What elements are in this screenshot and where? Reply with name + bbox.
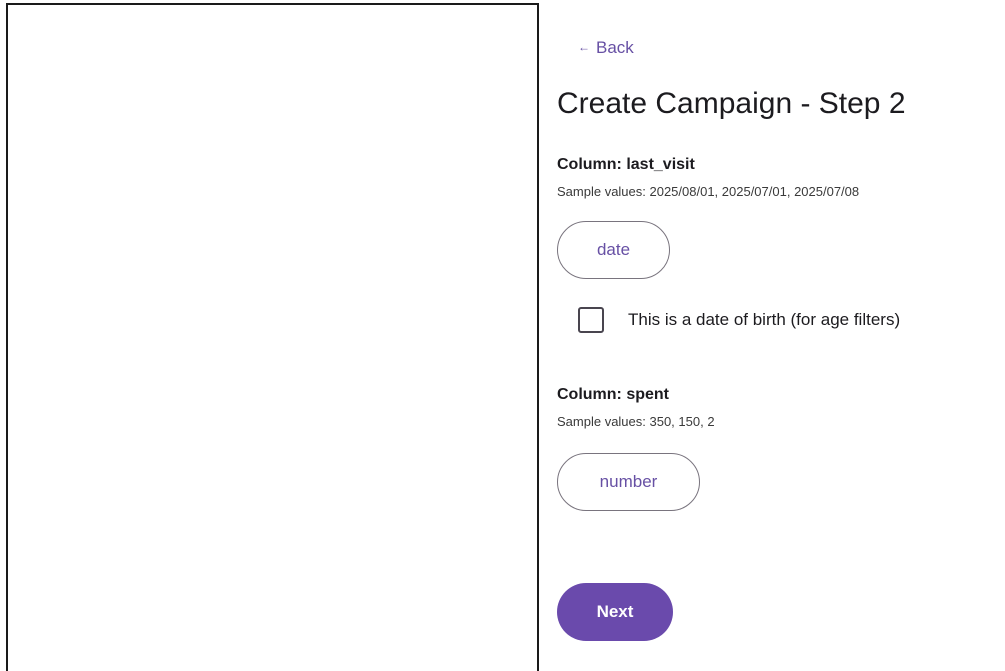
page-title: Create Campaign - Step 2 <box>557 87 906 120</box>
column-type-button-spent[interactable]: number <box>557 453 700 511</box>
column-samples-last-visit: Sample values: 2025/08/01, 2025/07/01, 2… <box>557 184 860 199</box>
arrow-left-icon: ← <box>578 40 590 54</box>
back-link-label: Back <box>596 38 634 57</box>
column-title-last-visit: Column: last_visit <box>557 156 695 173</box>
app-root: ← Back Create Campaign - Step 2 Column: l… <box>0 0 1005 671</box>
dob-checkbox[interactable] <box>578 307 604 333</box>
preview-panel <box>6 3 539 671</box>
dob-checkbox-label: This is a date of birth (for age filters… <box>628 310 901 329</box>
column-title-spent: Column: spent <box>557 386 669 403</box>
column-samples-spent: Sample values: 350, 150, 2 <box>557 414 715 429</box>
dob-checkbox-row[interactable]: This is a date of birth (for age filters… <box>578 307 900 333</box>
back-link[interactable]: ← Back <box>578 38 634 58</box>
column-type-button-last-visit[interactable]: date <box>557 221 670 279</box>
next-button[interactable]: Next <box>557 583 673 641</box>
